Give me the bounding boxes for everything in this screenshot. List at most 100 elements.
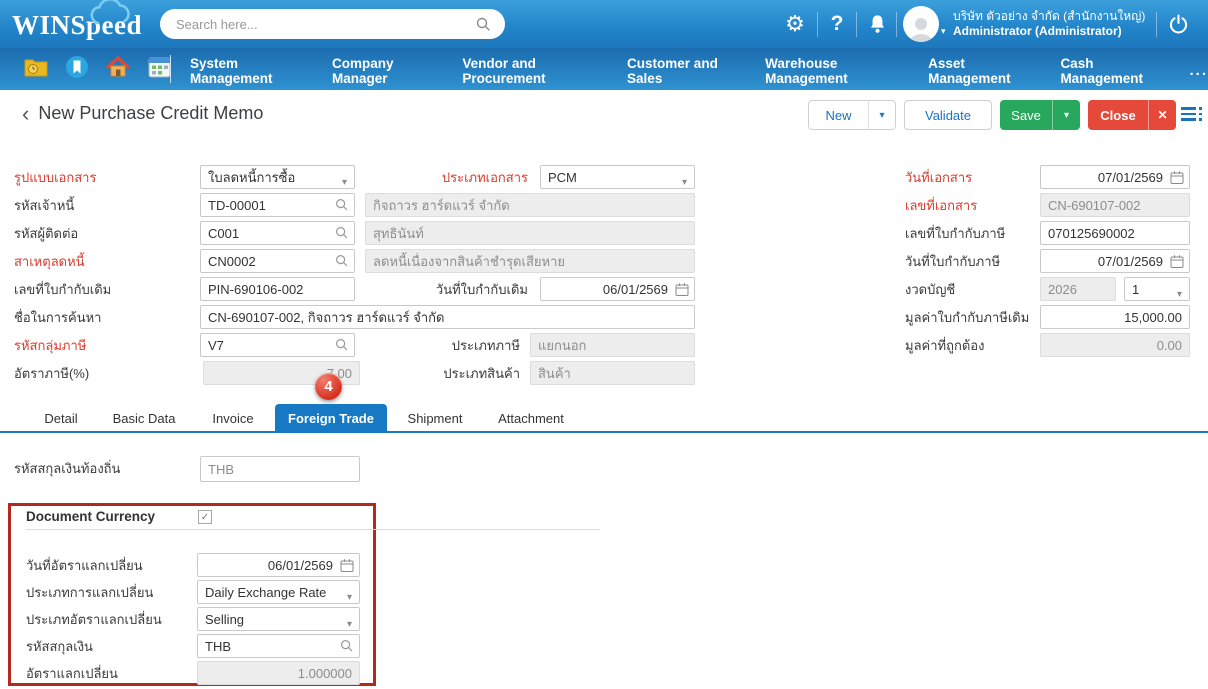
page-title: New Purchase Credit Memo [38,103,264,123]
exchange-kind-select[interactable]: Daily Exchange Rate [197,580,360,604]
chevron-down-icon: ▾ [879,109,885,121]
doc-date-field[interactable]: 07/01/2569 [1040,165,1190,189]
contact-code-value: C001 [208,225,240,241]
header-divider [1156,12,1157,37]
search-icon[interactable] [335,226,349,240]
new-button[interactable]: New [808,100,868,130]
nav-item-asset[interactable]: Asset Management [928,46,1034,93]
chevron-down-icon[interactable] [682,173,687,188]
creditor-name-value: กิจถาวร ฮาร์ดแวร์ จำกัด [373,197,510,213]
home-icon[interactable] [106,55,130,79]
calendar-icon[interactable] [147,55,171,79]
back-icon[interactable]: ‹ [22,102,29,124]
label-product-type: ประเภทสินค้า [443,365,520,381]
tab-detail[interactable]: Detail [35,404,87,432]
contact-code-field[interactable]: C001 [200,221,355,245]
exchange-date-field[interactable]: 06/01/2569 [197,553,360,577]
label-doc-format: รูปแบบเอกสาร [14,169,97,185]
help-icon[interactable]: ? [826,0,848,48]
search-input[interactable] [174,15,476,33]
calendar-icon[interactable] [340,558,354,573]
label-accounting-period: งวดบัญชี [905,281,956,297]
search-icon[interactable] [476,17,491,32]
tax-group-field[interactable]: V7 [200,333,355,357]
label-correct-value: มูลค่าที่ถูกต้อง [905,337,985,353]
tab-shipment[interactable]: Shipment [404,404,466,432]
recent-folder-icon[interactable] [24,55,48,79]
app-window: WINSpeed ⚙ ? ▾ บริษัท ตัวอย่าง จำกัด (สำ… [0,0,1208,689]
tab-attachment[interactable]: Attachment [492,404,570,432]
product-type-value: สินค้า [538,365,571,381]
label-tax-rate: อัตราภาษี(%) [14,365,90,381]
chevron-down-icon[interactable] [347,615,352,630]
chevron-down-icon[interactable] [342,173,347,188]
period-select[interactable]: 1 [1124,277,1190,301]
save-dropdown-button[interactable]: ▾ [1052,100,1080,130]
close-button[interactable]: Close [1088,100,1148,130]
tax-invoice-date-field[interactable]: 07/01/2569 [1040,249,1190,273]
orig-tax-invoice-value-field[interactable]: 15,000.00 [1040,305,1190,329]
exchange-rate-type-select[interactable]: Selling [197,607,360,631]
chevron-down-icon[interactable] [347,588,352,603]
label-contact-code: รหัสผู้ติดต่อ [14,225,79,241]
logout-power-icon[interactable] [1163,0,1193,48]
label-local-currency: รหัสสกุลเงินท้องถิ่น [14,460,121,476]
tab-invoice[interactable]: Invoice [204,404,262,432]
credit-reason-field[interactable]: CN0002 [200,249,355,273]
validate-button[interactable]: Validate [904,100,992,130]
chevron-down-icon[interactable]: ▾ [941,26,946,37]
tab-basic-data[interactable]: Basic Data [106,404,182,432]
new-dropdown-button[interactable]: ▾ [868,100,896,130]
cloud-logo-icon [84,0,136,29]
contact-name-field: สุทธินันท์ [365,221,695,245]
search-icon[interactable] [335,254,349,268]
nav-item-warehouse[interactable]: Warehouse Management [765,46,902,93]
credit-reason-value: CN0002 [208,253,256,269]
period-year-value: 2026 [1048,281,1077,297]
orig-invoice-date-field[interactable]: 06/01/2569 [540,277,695,301]
exchange-kind-value: Daily Exchange Rate [205,584,327,600]
company-name: บริษัท ตัวอย่าง จำกัด (สำนักงานใหญ่) [953,9,1146,23]
close-button-group: Close ✕ [1088,100,1176,130]
label-exchange-date: วันที่อัตราแลกเปลี่ยน [26,557,143,573]
search-name-field[interactable]: CN-690107-002, กิจถาวร ฮาร์ดแวร์ จำกัด [200,305,695,329]
notifications-bell-icon[interactable] [864,0,890,48]
user-avatar[interactable] [903,6,939,42]
creditor-name-field: กิจถาวร ฮาร์ดแวร์ จำกัด [365,193,695,217]
nav-item-customer-sales[interactable]: Customer and Sales [627,46,739,93]
calendar-icon[interactable] [1170,170,1184,185]
nav-item-cash[interactable]: Cash Management [1060,46,1163,93]
doc-format-select[interactable]: ใบลดหนี้การซื้อ [200,165,355,189]
search-icon[interactable] [335,198,349,212]
list-menu-icon[interactable] [1181,107,1202,121]
label-creditor-code: รหัสเจ้าหนี้ [14,197,75,213]
close-x-button[interactable]: ✕ [1148,100,1176,130]
search-icon[interactable] [335,338,349,352]
nav-item-vendor-procurement[interactable]: Vendor and Procurement [462,46,602,93]
doc-format-value: ใบลดหนี้การซื้อ [208,169,296,185]
search-icon[interactable] [340,639,354,653]
settings-gear-icon[interactable]: ⚙ [782,0,808,48]
document-currency-checkbox[interactable] [198,510,212,524]
chevron-down-icon[interactable] [1177,285,1182,300]
tab-foreign-trade[interactable]: Foreign Trade [275,404,387,433]
tax-invoice-no-field[interactable]: 070125690002 [1040,221,1190,245]
label-doc-date: วันที่เอกสาร [905,169,973,185]
tax-type-field: แยกนอก [530,333,695,357]
orig-invoice-no-field[interactable]: PIN-690106-002 [200,277,355,301]
bookmark-icon[interactable] [65,55,89,79]
calendar-icon[interactable] [675,282,689,297]
nav-item-system-management[interactable]: System Management [190,46,306,93]
credit-reason-name-value: ลดหนี้เนื่องจากสินค้าชำรุดเสียหาย [373,253,565,269]
doc-type-select[interactable]: PCM [540,165,695,189]
tax-invoice-date-value: 07/01/2569 [1097,253,1163,269]
save-button[interactable]: Save [1000,100,1052,130]
period-value: 1 [1132,281,1140,297]
nav-item-more[interactable]: ... [1189,52,1208,86]
nav-item-company-manager[interactable]: Company Manager [332,46,436,93]
user-info[interactable]: บริษัท ตัวอย่าง จำกัด (สำนักงานใหญ่) Adm… [953,9,1145,39]
label-credit-reason: สาเหตุลดหนี้ [14,253,85,269]
calendar-icon[interactable] [1170,254,1184,269]
creditor-code-field[interactable]: TD-00001 [200,193,355,217]
currency-code-field[interactable]: THB [197,634,360,658]
